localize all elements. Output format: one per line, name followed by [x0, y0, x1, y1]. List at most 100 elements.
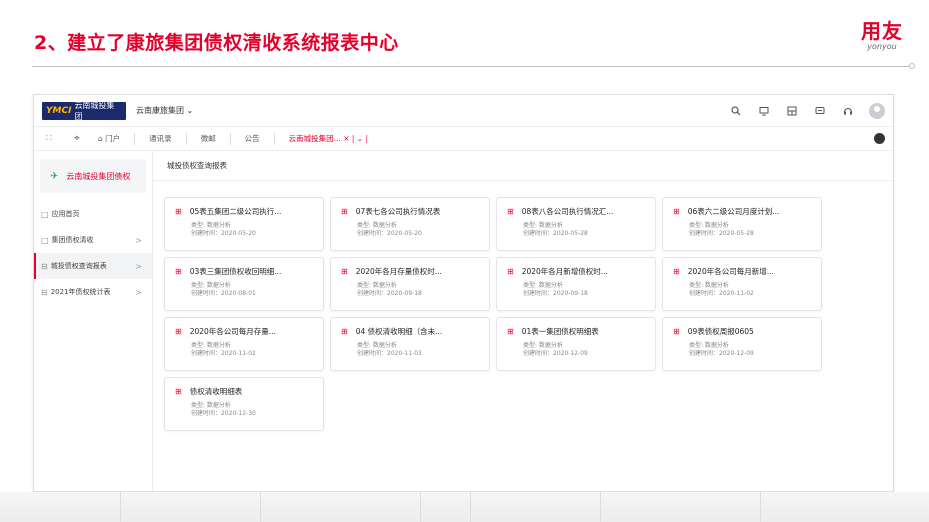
report-card[interactable]: ⊞ 06表六二级公司月度计划... 类型: 数据分析 创建时间：2020-05-28	[662, 197, 822, 251]
chevron-right-icon: >	[135, 235, 142, 245]
report-card-meta: 类型: 数据分析 创建时间：2020-05-28	[523, 222, 645, 237]
report-card-title-text: 2020年各公司每月存量...	[189, 327, 276, 336]
decorative-floor	[0, 492, 929, 522]
report-card-title-text: 2020年各月存量债权时...	[355, 267, 442, 276]
tab-active-report[interactable]: 云南城投集团... × | ⌄ |	[273, 132, 382, 145]
report-card-date: 创建时间：2020-11-03	[357, 349, 422, 357]
tab-contacts[interactable]: 通讯录	[134, 132, 186, 145]
report-card-meta: 类型: 数据分析 创建时间：2020-11-02	[689, 282, 811, 297]
report-doc-icon: ⊞	[507, 327, 514, 336]
report-card-type: 类型: 数据分析	[357, 342, 397, 349]
app-logo-text: 云南城投集团	[74, 100, 115, 121]
report-card[interactable]: ⊞ 07表七各公司执行情况表 类型: 数据分析 创建时间：2020-05-20	[330, 197, 490, 251]
sidebar-header[interactable]: ✈ 云南城投集团债权	[40, 159, 146, 193]
report-card-type: 类型: 数据分析	[523, 282, 563, 289]
report-card-title: ⊞ 2020年各公司每月新增...	[673, 266, 811, 277]
app-window: YMCI 云南城投集团 云南康旅集团 ⌄ ∷ ⌖ ⌂ 门户 通讯录 微邮 公告 …	[33, 94, 894, 492]
sidebar-item-query-report[interactable]: ⊟ 城投债权查询报表 >	[34, 253, 152, 279]
app-logo-mark: YMCI	[46, 105, 72, 116]
report-card-date: 创建时间：2020-05-20	[191, 229, 256, 237]
tab-notice[interactable]: 公告	[229, 132, 274, 145]
report-doc-icon: ⊞	[175, 327, 182, 336]
app-body: ✈ 云南城投集团债权 □ 应用首页 □ 集团债权清收 > ⊟ 城投债权查询报表 …	[34, 151, 893, 491]
rocket-icon: ✈	[50, 170, 59, 182]
top-icons	[729, 102, 885, 119]
report-card[interactable]: ⊞ 01表一集团债权明细表类型: 数据分析 创建时间：2020-12-09	[496, 317, 656, 371]
report-card-type: 类型: 数据分析	[689, 342, 729, 349]
report-card[interactable]: ⊞ 债权清收明细表类型: 数据分析 创建时间：2020-12-30	[164, 377, 324, 431]
report-card-type: 类型: 数据分析	[357, 222, 397, 229]
report-card-date: 创建时间：2020-05-28	[689, 229, 754, 237]
sidebar-item-label: 集团债权清收	[51, 236, 94, 244]
report-card-title-text: 2020年各月新增债权时...	[521, 267, 608, 276]
report-card[interactable]: ⊞ 05表五集团二级公司执行... 类型: 数据分析 创建时间：2020-05-20	[164, 197, 324, 251]
report-card-title: ⊞ 08表八各公司执行情况汇...	[507, 206, 645, 217]
brand-logo-cn: 用友	[861, 19, 903, 43]
sidebar-item-label: 2021年债权统计表	[50, 288, 111, 296]
report-card-date: 创建时间：2020-11-02	[689, 289, 754, 297]
report-doc-icon: ⊞	[673, 267, 680, 276]
chevron-right-icon: >	[135, 261, 142, 271]
report-card[interactable]: ⊞ 03表三集团债权收回明细... 类型: 数据分析 创建时间：2020-08-01	[164, 257, 324, 311]
report-card-title-text: 04 债权清收明细（含未...	[355, 327, 443, 336]
report-doc-icon: ⊞	[341, 267, 348, 276]
report-card-meta: 类型: 数据分析 创建时间：2020-05-28	[689, 222, 811, 237]
monitor-icon[interactable]	[757, 104, 771, 118]
report-card-title: ⊞ 06表六二级公司月度计划...	[673, 206, 811, 217]
org-select[interactable]: 云南康旅集团 ⌄	[136, 105, 193, 116]
report-card-title-text: 2020年各公司每月新增...	[687, 267, 774, 276]
sidebar-item-home[interactable]: □ 应用首页	[34, 201, 152, 227]
report-card[interactable]: ⊞ 2020年各公司每月存量... 类型: 数据分析 创建时间：2020-11-02	[164, 317, 324, 371]
report-card-meta: 类型: 数据分析 创建时间：2020-11-02	[191, 342, 313, 357]
report-card-meta: 类型: 数据分析 创建时间：2020-12-30	[191, 402, 313, 417]
report-card[interactable]: ⊞ 2020年各公司每月新增... 类型: 数据分析 创建时间：2020-11-02	[662, 257, 822, 311]
message-icon[interactable]	[813, 104, 827, 118]
report-card-title: ⊞ 07表七各公司执行情况表	[341, 206, 479, 217]
sidebar-item-collection[interactable]: □ 集团债权清收 >	[34, 227, 152, 253]
report-card-type: 类型: 数据分析	[689, 222, 729, 229]
grid-icon[interactable]	[785, 104, 799, 118]
report-card[interactable]: ⊞ 2020年各月新增债权时... 类型: 数据分析 创建时间：2020-09-18	[496, 257, 656, 311]
report-card[interactable]: ⊞ 2020年各月存量债权时... 类型: 数据分析 创建时间：2020-09-18	[330, 257, 490, 311]
report-card[interactable]: ⊞ 09表债权周报0605 类型: 数据分析 创建时间：2020-12-09	[662, 317, 822, 371]
report-card-title: ⊞ 09表债权周报0605	[673, 326, 811, 337]
report-doc-icon: ⊞	[673, 327, 680, 336]
sidebar-item-2021-stats[interactable]: ⊟ 2021年债权统计表 >	[34, 279, 152, 305]
tab-home[interactable]: ⌂ 门户	[98, 133, 134, 145]
report-card[interactable]: ⊞ 04 债权清收明细（含未... 类型: 数据分析 创建时间：2020-11-03	[330, 317, 490, 371]
report-card-date: 创建时间：2020-12-30	[191, 409, 256, 417]
floor-line	[470, 492, 471, 522]
search-icon[interactable]	[729, 104, 743, 118]
report-card-title: ⊞ 2020年各月新增债权时...	[507, 266, 645, 277]
floor-line	[600, 492, 601, 522]
report-doc-icon: ⊞	[175, 207, 182, 216]
headset-icon[interactable]	[841, 104, 855, 118]
brand-logo-en: yonyou	[867, 42, 897, 51]
report-doc-icon: ⊞	[673, 207, 680, 216]
report-card-date: 创建时间：2020-09-18	[523, 289, 588, 297]
report-card-title-text: 01表一集团债权明细表	[521, 327, 599, 336]
report-card-title-text: 09表债权周报0605	[687, 327, 754, 336]
report-card[interactable]: ⊞ 08表八各公司执行情况汇... 类型: 数据分析 创建时间：2020-05-28	[496, 197, 656, 251]
floor-line	[120, 492, 121, 522]
chevron-right-icon: >	[135, 287, 142, 297]
report-icon: ⊟	[41, 287, 48, 297]
report-card-title: ⊞ 债权清收明细表	[175, 386, 313, 397]
report-card-meta: 类型: 数据分析 创建时间：2020-11-03	[357, 342, 479, 357]
report-doc-icon: ⊞	[507, 207, 514, 216]
tab-home-label: 门户	[105, 133, 121, 143]
report-card-type: 类型: 数据分析	[191, 342, 231, 349]
collapse-icon[interactable]	[874, 133, 885, 144]
report-doc-icon: ⊞	[175, 387, 182, 396]
user-avatar[interactable]	[869, 102, 885, 119]
location-icon[interactable]: ⌖	[70, 133, 84, 144]
app-logo[interactable]: YMCI 云南城投集团	[42, 100, 126, 121]
sidebar-item-label: 应用首页	[51, 210, 80, 218]
apps-icon[interactable]: ∷	[42, 133, 56, 144]
report-card-type: 类型: 数据分析	[191, 222, 231, 229]
tab-mail[interactable]: 微邮	[185, 132, 230, 145]
report-doc-icon: ⊞	[175, 267, 182, 276]
sidebar-header-label: 云南城投集团债权	[66, 171, 131, 181]
report-card-meta: 类型: 数据分析 创建时间：2020-12-09	[523, 342, 645, 357]
report-card-title-text: 债权清收明细表	[189, 387, 243, 396]
